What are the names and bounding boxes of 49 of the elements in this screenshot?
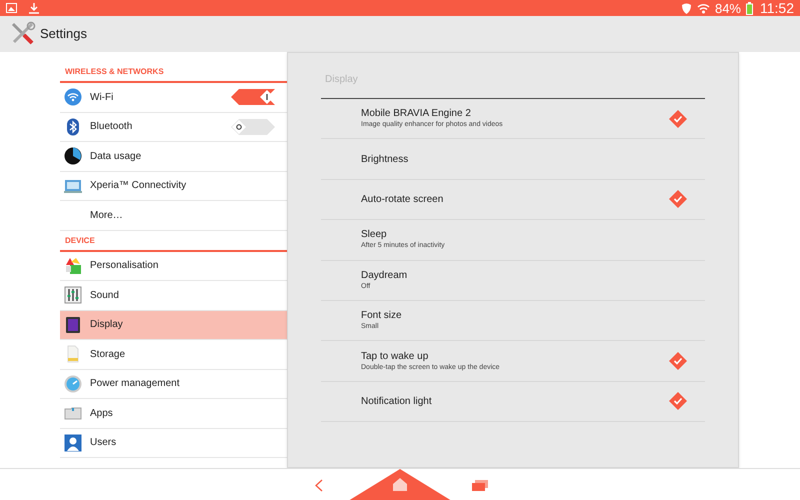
home-button[interactable] <box>348 469 452 500</box>
wifi-icon <box>64 88 82 106</box>
checkbox[interactable] <box>669 392 687 410</box>
tools-icon <box>10 21 36 47</box>
setting-title: Tap to wake up <box>361 350 430 363</box>
toggle-switch[interactable] <box>231 89 275 106</box>
sidebar-item[interactable]: Storage <box>60 340 287 370</box>
battery-icon <box>746 2 753 14</box>
back-icon[interactable] <box>315 479 323 492</box>
user-icon <box>64 434 82 452</box>
shield-icon <box>680 2 692 14</box>
sidebar-item[interactable]: Users <box>60 428 287 458</box>
image-icon <box>6 3 17 13</box>
sidebar-item[interactable]: Bluetooth <box>60 112 287 142</box>
toggle-switch[interactable] <box>231 118 275 135</box>
gauge-icon <box>64 374 82 393</box>
equalizer-icon <box>64 286 82 304</box>
setting-title: Brightness <box>361 152 408 166</box>
sidebar-item[interactable]: Personalisation <box>60 252 287 281</box>
setting-row[interactable]: Brightness <box>321 139 705 180</box>
checkbox[interactable] <box>669 352 687 370</box>
section-header: DEVICE <box>60 230 287 252</box>
pie-chart-icon <box>64 147 82 166</box>
checkbox[interactable] <box>669 110 687 128</box>
sidebar-item[interactable]: Power management <box>60 370 287 399</box>
setting-title: Sleep <box>361 228 388 242</box>
setting-row[interactable]: Auto-rotate screen <box>321 180 705 220</box>
sidebar-item[interactable]: Display <box>60 310 287 340</box>
sidebar-item[interactable]: Data usage <box>60 142 287 172</box>
setting-row[interactable]: Notification light <box>321 382 705 422</box>
clock: 11:52 <box>760 1 794 15</box>
setting-title: Notification light <box>361 394 432 408</box>
sidebar-item[interactable]: Xperia™ Connectivity <box>60 172 287 201</box>
bluetooth-icon <box>64 118 82 136</box>
sidebar-item[interactable]: Wi-Fi <box>60 83 287 112</box>
recent-apps-icon[interactable] <box>472 480 488 491</box>
section-header: WIRELESS & NETWORKS <box>60 66 287 83</box>
download-icon <box>29 2 39 14</box>
setting-title: Mobile BRAVIA Engine 2 <box>361 107 472 120</box>
setting-title: Daydream <box>361 268 408 282</box>
tablet-icon <box>64 316 82 334</box>
checkbox[interactable] <box>669 190 687 208</box>
app-title: Settings <box>40 25 87 44</box>
sidebar-item[interactable]: Apps <box>60 399 287 428</box>
setting-title: Font size <box>361 309 402 322</box>
battery-level: 84% <box>714 2 741 14</box>
color-blocks-icon <box>64 256 82 275</box>
setting-title: Auto-rotate screen <box>361 192 444 206</box>
wifi-icon <box>696 2 710 14</box>
